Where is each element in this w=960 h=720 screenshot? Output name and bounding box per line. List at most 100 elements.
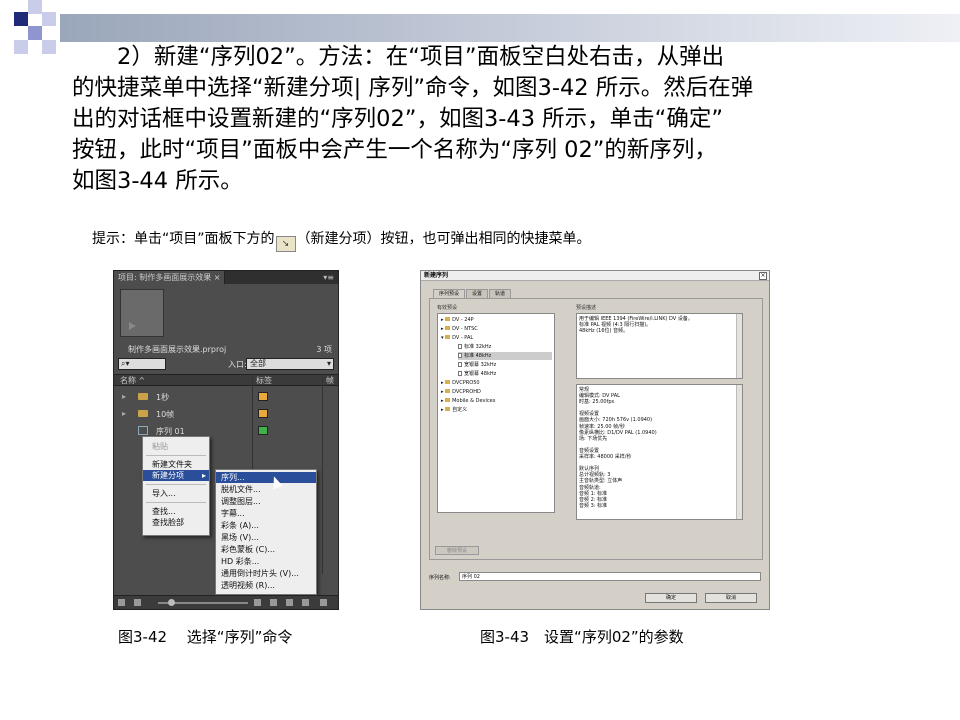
folder-icon (138, 410, 148, 417)
scrollbar[interactable] (736, 385, 742, 519)
menu-item-find-faces[interactable]: 查找脸部 (143, 517, 209, 528)
trash-icon[interactable] (320, 599, 327, 606)
dialog-title: 新建序列 (421, 271, 769, 281)
tree-item[interactable]: ▸ DVCPRO50 (441, 379, 480, 387)
panel-footer (114, 595, 338, 609)
preset-settings-info: 常规 编辑模式: DV PAL 时基: 25.00fps 视频设置 画面大小: … (576, 384, 743, 520)
tree-item[interactable]: ▸ DVCPROHD (441, 388, 481, 396)
sequence-name-input[interactable]: 序列 02 (459, 572, 761, 581)
deco-square (42, 12, 56, 26)
caption-fig-3-43: 图3-43 设置“序列02”的参数 (480, 628, 684, 646)
panel-menu-icon[interactable]: ▾≡ (323, 273, 334, 282)
menu-separator (146, 484, 206, 485)
label-swatch (258, 392, 268, 401)
ok-button[interactable]: 确定 (645, 593, 697, 603)
tree-item[interactable]: ▸ DV - 24P (441, 316, 474, 324)
tab-tracks[interactable]: 轨道 (489, 289, 512, 298)
column-label[interactable]: 标签 (256, 375, 272, 386)
in-dropdown-value: 全部 (250, 359, 266, 368)
menu-item-new-item[interactable]: 新建分项 ▸ (143, 470, 209, 481)
tree-item[interactable]: ▸ DV - NTSC (441, 325, 478, 333)
list-item[interactable]: ▸ 1秒 (114, 389, 338, 405)
search-input[interactable]: ⌕▾ (118, 358, 166, 370)
list-item[interactable]: ▸ 10帧 (114, 406, 338, 422)
tree-item-label: 标准 32kHz (464, 344, 492, 350)
submenu-item-bars[interactable]: 彩条 (A)... (216, 520, 316, 531)
play-icon[interactable] (129, 322, 136, 330)
tree-item[interactable]: ▾ DV - PAL (441, 334, 473, 342)
expand-arrow-icon[interactable]: ▸ (122, 392, 126, 401)
deco-square (42, 40, 56, 54)
preset-settings-text: 常规 编辑模式: DV PAL 时基: 25.00fps 视频设置 画面大小: … (579, 387, 657, 509)
title-bar-decoration (60, 14, 960, 42)
tree-item-label: 自定义 (452, 407, 468, 413)
cancel-button[interactable]: 取消 (705, 593, 757, 603)
project-file-name: 制作多画面展示效果.prproj (128, 345, 227, 354)
automate-icon[interactable] (254, 599, 261, 606)
tip-line: 提示：单击“项目”面板下方的 ↘ （新建分项）按钮，也可弹出相同的快捷菜单。 (92, 228, 591, 252)
project-tab[interactable]: 项目: 制作多画面展示效果 × (114, 271, 226, 284)
tree-item[interactable]: ▸ 自定义 (441, 406, 467, 414)
submenu-item-title[interactable]: 字幕... (216, 508, 316, 519)
column-frame[interactable]: 帧 (326, 375, 334, 386)
submenu-item-transparent-video[interactable]: 透明视频 (R)... (216, 580, 316, 591)
menu-item-find[interactable]: 查找... (143, 506, 209, 517)
folder-icon (445, 407, 451, 411)
tree-item-label: DVCPROHD (452, 389, 481, 395)
submenu-item-color-matte[interactable]: 彩色蒙板 (C)... (216, 544, 316, 555)
tab-settings[interactable]: 设置 (466, 289, 489, 298)
list-view-icon[interactable] (118, 599, 125, 606)
caption-fig-3-42: 图3-42 选择“序列”命令 (118, 628, 293, 646)
close-icon[interactable]: × (759, 272, 767, 280)
find-icon[interactable] (270, 599, 277, 606)
deco-square (14, 40, 28, 54)
submenu-item-adjustment-layer[interactable]: 调整图层... (216, 496, 316, 507)
new-sequence-dialog: 新建序列 × 序列预设 设置 轨道 有效预设 预设描述 ▸ DV - 24P ▸ D… (420, 270, 770, 610)
label-swatch (258, 409, 268, 418)
column-header: 名称 ^ 标签 帧 (114, 374, 338, 386)
submenu-item-black-video[interactable]: 黑场 (V)... (216, 532, 316, 543)
delete-preset-button[interactable]: 删除预设 (435, 546, 479, 555)
item-name: 1秒 (156, 393, 170, 402)
preset-description-text: 用于编辑 IEEE 1394 (FireWire/i.LINK) DV 设备。 … (579, 316, 693, 334)
tree-item[interactable]: 宽银幕 48kHz (458, 370, 496, 378)
submenu-item-offline-file[interactable]: 脱机文件... (216, 484, 316, 495)
zoom-slider-knob[interactable] (168, 599, 175, 606)
tree-item-label: DV - 24P (452, 317, 474, 323)
submenu-item-hd-bars[interactable]: HD 彩条... (216, 556, 316, 567)
menu-item-new-bin[interactable]: 新建文件夹 (143, 459, 209, 470)
tip-text-after: （新建分项）按钮，也可弹出相同的快捷菜单。 (296, 231, 591, 247)
chevron-down-icon: ▾ (326, 359, 331, 368)
in-dropdown[interactable]: 全部 ▾ (246, 358, 334, 370)
body-paragraph: 2）新建“序列02”。方法：在“项目”面板空白处右击，从弹出 的快捷菜单中选择“… (72, 44, 754, 194)
tree-item[interactable]: ▸ Mobile & Devices (441, 397, 495, 405)
menu-item-paste[interactable]: 粘贴 (143, 441, 209, 452)
in-label: 入口: (228, 360, 247, 369)
new-bin-icon[interactable] (286, 599, 293, 606)
folder-icon (445, 389, 451, 393)
tree-item-selected[interactable]: 标准 48kHz (458, 352, 552, 360)
deco-square (28, 0, 42, 14)
expand-arrow-icon[interactable]: ▸ (122, 409, 126, 418)
presets-tree: ▸ DV - 24P ▸ DV - NTSC ▾ DV - PAL 标准 32k… (437, 313, 555, 513)
submenu-item-sequence[interactable]: 序列... (216, 472, 316, 483)
new-item-submenu: 序列... 脱机文件... 调整图层... 字幕... 彩条 (A)... 黑场… (215, 469, 317, 595)
icon-view-icon[interactable] (134, 599, 141, 606)
tree-item-label: DV - NTSC (452, 326, 478, 332)
sequence-icon (138, 426, 148, 435)
file-icon (458, 353, 462, 358)
menu-item-import[interactable]: 导入... (143, 488, 209, 499)
project-panel-screenshot: 项目: 制作多画面展示效果 × ▾≡ 制作多画面展示效果.prproj 3 项 … (113, 270, 339, 610)
new-item-icon[interactable] (302, 599, 309, 606)
sequence-name-label: 序列名称: (429, 575, 451, 581)
tab-presets[interactable]: 序列预设 (433, 289, 466, 298)
tree-item[interactable]: 标准 32kHz (458, 343, 491, 351)
tree-item-label: 标准 48kHz (464, 353, 492, 359)
folder-icon (445, 398, 451, 402)
submenu-item-countdown[interactable]: 通用倒计时片头 (V)... (216, 568, 316, 579)
column-name[interactable]: 名称 ^ (120, 375, 145, 386)
folder-icon (445, 335, 451, 339)
new-item-icon: ↘ (275, 236, 296, 252)
tree-item[interactable]: 宽银幕 32kHz (458, 361, 496, 369)
scrollbar[interactable] (736, 314, 742, 378)
